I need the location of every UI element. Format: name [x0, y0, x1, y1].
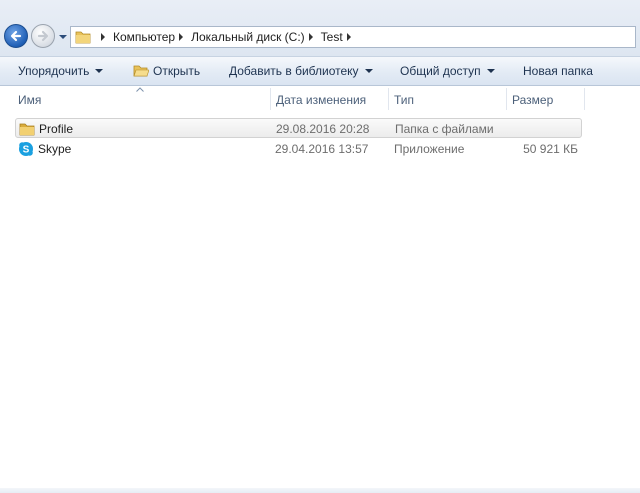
file-type: Папка с файлами: [395, 122, 494, 136]
column-headers: Имя Дата изменения Тип Размер: [0, 86, 640, 112]
breadcrumb-separator[interactable]: [179, 33, 184, 41]
arrow-right-icon: [37, 30, 49, 42]
file-size: 50 921 КБ: [523, 142, 578, 156]
column-divider[interactable]: [584, 88, 585, 110]
folder-icon: [75, 31, 91, 44]
file-row-skype[interactable]: S Skype 29.04.2016 13:57 Приложение 50 9…: [15, 139, 582, 159]
open-folder-icon: [133, 65, 149, 77]
folder-icon: [19, 123, 35, 136]
breadcrumb-separator[interactable]: [308, 33, 313, 41]
navigation-bar: Компьютер Локальный диск (C:) Test: [0, 0, 640, 56]
arrow-left-icon: [10, 30, 22, 42]
breadcrumb-test[interactable]: Test: [321, 30, 343, 44]
chevron-down-icon: [486, 69, 495, 73]
organize-button[interactable]: Упорядочить: [18, 64, 104, 78]
chevron-down-icon: [364, 69, 373, 73]
window-frame-bottom: [0, 488, 640, 493]
open-button[interactable]: Открыть: [133, 64, 200, 78]
command-bar: Упорядочить Открыть Добавить в библиотек…: [0, 56, 640, 86]
breadcrumb-separator[interactable]: [346, 33, 351, 41]
open-label: Открыть: [153, 64, 201, 78]
column-header-name[interactable]: Имя: [12, 86, 270, 112]
column-header-type[interactable]: Тип: [388, 86, 506, 112]
column-header-date[interactable]: Дата изменения: [270, 86, 388, 112]
recent-pages-dropdown[interactable]: [58, 33, 68, 41]
file-row-profile[interactable]: Profile 29.08.2016 20:28 Папка с файлами: [15, 118, 582, 138]
add-to-library-button[interactable]: Добавить в библиотеку: [229, 64, 373, 78]
chevron-down-icon: [95, 69, 104, 73]
back-button[interactable]: [4, 24, 28, 48]
breadcrumb-computer[interactable]: Компьютер: [113, 30, 175, 44]
column-header-size[interactable]: Размер: [506, 86, 584, 112]
file-name: Profile: [39, 122, 74, 136]
address-bar[interactable]: Компьютер Локальный диск (C:) Test: [70, 26, 636, 48]
share-label: Общий доступ: [400, 64, 481, 78]
share-button[interactable]: Общий доступ: [400, 64, 495, 78]
breadcrumb-separator[interactable]: [101, 33, 105, 41]
file-date: 29.08.2016 20:28: [276, 122, 370, 136]
add-to-library-label: Добавить в библиотеку: [229, 64, 359, 78]
breadcrumb-local-disk[interactable]: Локальный диск (C:): [191, 30, 305, 44]
explorer-window: Компьютер Локальный диск (C:) Test Упоря…: [0, 0, 640, 493]
new-folder-label: Новая папка: [523, 64, 593, 78]
forward-button[interactable]: [31, 24, 55, 48]
organize-label: Упорядочить: [18, 64, 90, 78]
new-folder-button[interactable]: Новая папка: [523, 64, 593, 78]
